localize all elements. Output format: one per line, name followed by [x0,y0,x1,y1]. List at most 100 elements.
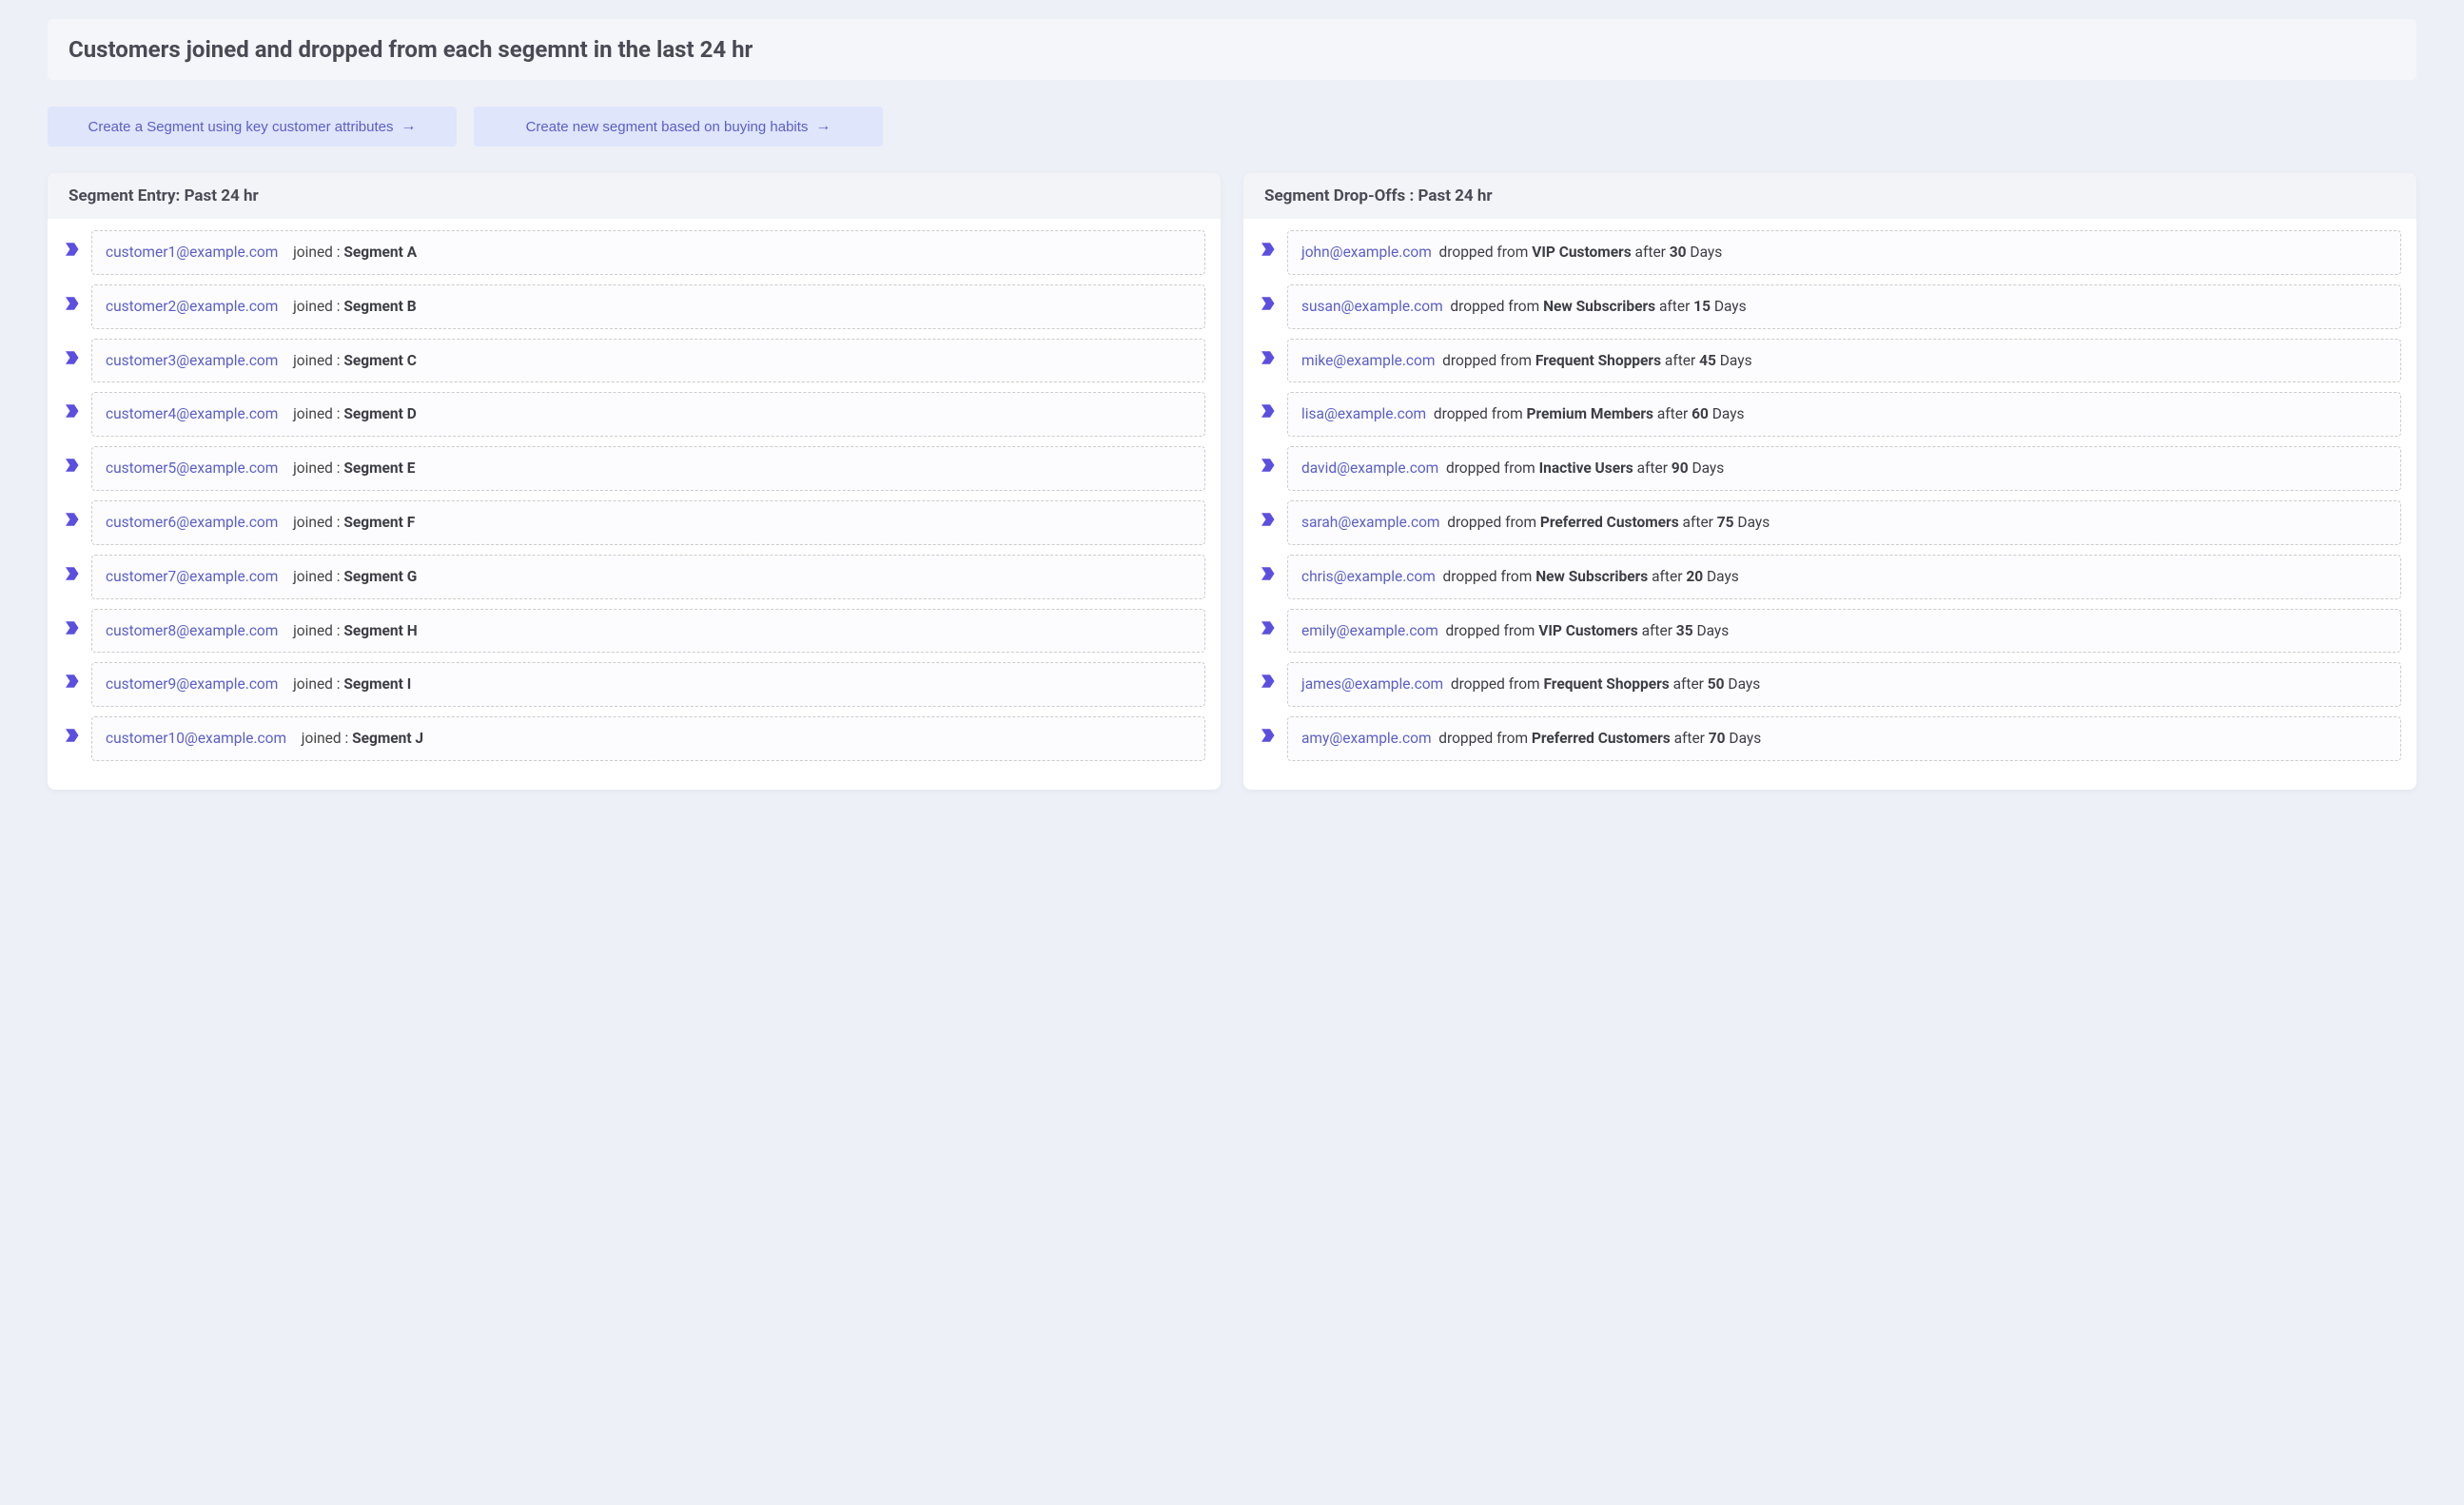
bookmark-arrow-icon [63,673,80,690]
entry-icon [1259,457,1278,476]
bookmark-arrow-icon [63,727,80,744]
list-item: customer1@example.com joined : Segment A [63,230,1205,275]
segment-name: Premium Members [1527,405,1653,422]
segment-name: Segment A [343,244,417,261]
days-label: Days [1693,622,1730,639]
segment-dropoff-panel: Segment Drop-Offs : Past 24 hr john@exam… [1243,173,2416,790]
dropped-from-text: dropped from [1435,352,1535,369]
segment-entry-panel-title: Segment Entry: Past 24 hr [48,173,1221,219]
segment-name: New Subscribers [1535,568,1648,585]
customer-email[interactable]: customer3@example.com [106,352,278,369]
segment-name: Preferred Customers [1540,514,1679,531]
entry-box: customer6@example.com joined : Segment F [91,500,1205,545]
days-label: Days [1689,459,1725,477]
bookmark-arrow-icon [63,619,80,636]
customer-email[interactable]: customer1@example.com [106,244,278,261]
entry-icon [1259,349,1278,368]
list-item: sarah@example.com dropped from Preferred… [1259,500,2401,545]
customer-email[interactable]: susan@example.com [1301,298,1443,315]
after-text: after [1632,244,1670,261]
dropped-from-text: dropped from [1432,730,1532,747]
segment-name: Segment I [343,675,411,693]
entry-icon [63,295,82,314]
segment-name: New Subscribers [1543,298,1655,315]
list-item: customer5@example.com joined : Segment E [63,446,1205,491]
days-label: Days [1725,675,1761,693]
list-item: customer7@example.com joined : Segment G [63,555,1205,599]
bookmark-arrow-icon [63,241,80,258]
list-item: emily@example.com dropped from VIP Custo… [1259,609,2401,654]
customer-email[interactable]: customer6@example.com [106,514,278,531]
segment-name: Inactive Users [1539,459,1633,477]
customer-email[interactable]: customer5@example.com [106,459,278,477]
customer-email[interactable]: customer4@example.com [106,405,278,422]
after-text: after [1661,352,1699,369]
customer-email[interactable]: john@example.com [1301,244,1432,261]
after-text: after [1679,514,1717,531]
bookmark-arrow-icon [1259,241,1276,258]
segment-name: Frequent Shoppers [1544,675,1670,693]
dropped-from-text: dropped from [1443,675,1543,693]
bookmark-arrow-icon [1259,402,1276,420]
entry-icon [1259,295,1278,314]
segment-name: Frequent Shoppers [1535,352,1661,369]
entry-icon [63,349,82,368]
segment-name: VIP Customers [1538,622,1638,639]
customer-email[interactable]: sarah@example.com [1301,514,1440,531]
customer-email[interactable]: lisa@example.com [1301,405,1426,422]
entry-icon [63,457,82,476]
entry-icon [63,727,82,746]
segment-name: Segment F [343,514,415,531]
bookmark-arrow-icon [63,511,80,528]
days-label: Days [1734,514,1770,531]
bookmark-arrow-icon [1259,727,1276,744]
days-count: 50 [1708,675,1725,693]
segment-name: Segment B [343,298,416,315]
entry-box: susan@example.com dropped from New Subsc… [1287,284,2401,329]
arrow-right-icon: → [815,118,831,135]
customer-email[interactable]: emily@example.com [1301,622,1438,639]
customer-email[interactable]: chris@example.com [1301,568,1436,585]
days-count: 35 [1676,622,1693,639]
create-segment-attributes-button[interactable]: Create a Segment using key customer attr… [48,107,457,147]
segment-name: Segment D [343,405,416,422]
customer-email[interactable]: david@example.com [1301,459,1438,477]
customer-email[interactable]: amy@example.com [1301,730,1432,747]
bookmark-arrow-icon [1259,619,1276,636]
joined-text: joined : [285,244,343,261]
entry-icon [63,565,82,584]
customer-email[interactable]: customer7@example.com [106,568,278,585]
joined-text: joined : [285,622,343,639]
entry-box: sarah@example.com dropped from Preferred… [1287,500,2401,545]
entry-box: mike@example.com dropped from Frequent S… [1287,339,2401,383]
create-segment-habits-button[interactable]: Create new segment based on buying habit… [474,107,883,147]
list-item: customer3@example.com joined : Segment C [63,339,1205,383]
joined-text: joined : [285,675,343,693]
joined-text: joined : [285,352,343,369]
entry-icon [1259,619,1278,638]
bookmark-arrow-icon [1259,511,1276,528]
dropped-from-text: dropped from [1436,568,1535,585]
customer-email[interactable]: james@example.com [1301,675,1443,693]
entry-icon [63,402,82,421]
days-count: 20 [1686,568,1703,585]
bookmark-arrow-icon [1259,349,1276,366]
segment-name: Segment E [343,459,415,477]
customer-email[interactable]: customer10@example.com [106,730,286,747]
dropped-from-text: dropped from [1438,459,1538,477]
customer-email[interactable]: customer9@example.com [106,675,278,693]
list-item: susan@example.com dropped from New Subsc… [1259,284,2401,329]
after-text: after [1648,568,1686,585]
entry-icon [63,619,82,638]
customer-email[interactable]: customer8@example.com [106,622,278,639]
segment-dropoff-list: john@example.com dropped from VIP Custom… [1243,219,2416,790]
create-segment-attributes-label: Create a Segment using key customer attr… [88,119,394,135]
bookmark-arrow-icon [63,349,80,366]
entry-box: james@example.com dropped from Frequent … [1287,662,2401,707]
customer-email[interactable]: mike@example.com [1301,352,1435,369]
list-item: mike@example.com dropped from Frequent S… [1259,339,2401,383]
customer-email[interactable]: customer2@example.com [106,298,278,315]
bookmark-arrow-icon [1259,565,1276,582]
bookmark-arrow-icon [63,402,80,420]
days-count: 30 [1670,244,1687,261]
